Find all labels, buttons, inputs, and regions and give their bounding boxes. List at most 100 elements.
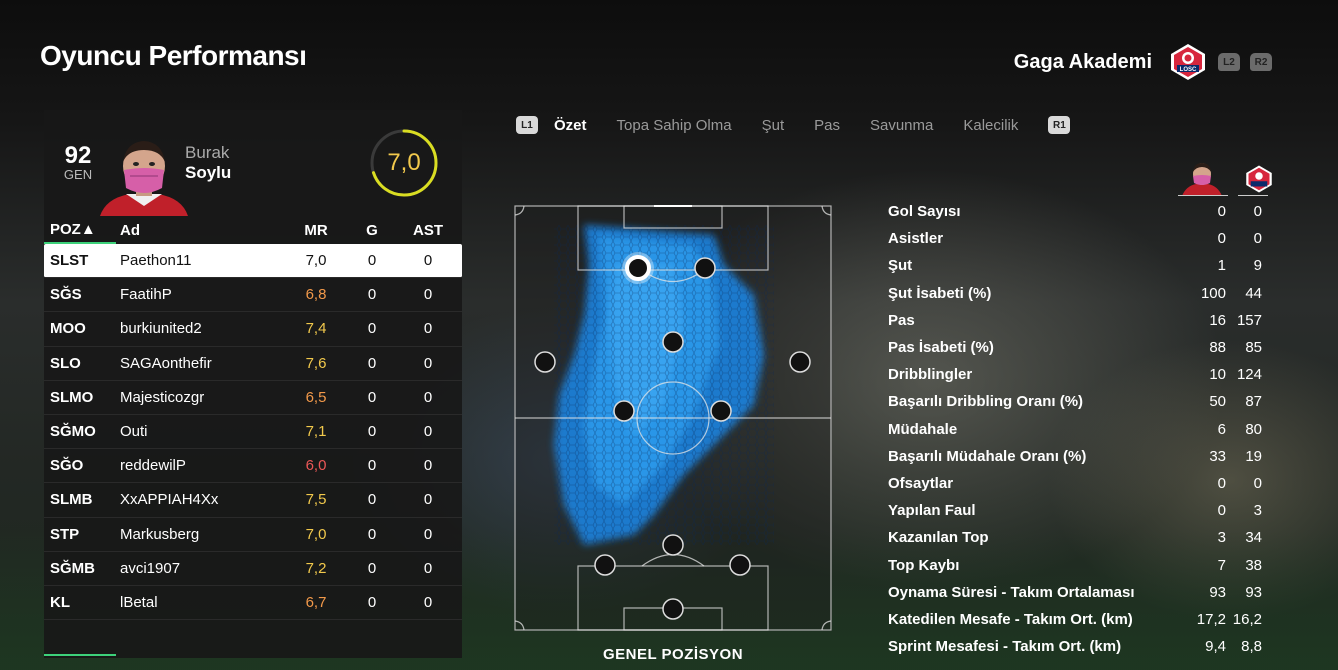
player-dot xyxy=(694,257,716,279)
l1-button[interactable]: L1 xyxy=(516,116,538,134)
position-pitch xyxy=(514,205,832,631)
stat-row: Gol Sayısı 0 0 xyxy=(888,198,1262,225)
assists-cell: 0 xyxy=(423,423,433,441)
assists-cell: 0 xyxy=(423,457,433,475)
header-goals[interactable]: G xyxy=(344,222,400,239)
player-dot xyxy=(662,331,684,353)
table-row[interactable]: SĞMB avci1907 7,2 0 0 xyxy=(44,552,462,586)
player-dot xyxy=(789,351,811,373)
stat-row: Dribblingler 10 124 xyxy=(888,361,1262,388)
stat-player-value: 3 xyxy=(1217,529,1226,547)
name-cell: Outi xyxy=(120,423,148,441)
header-assists[interactable]: AST xyxy=(400,222,456,239)
stat-row: Şut 1 9 xyxy=(888,252,1262,279)
player-dot xyxy=(710,400,732,422)
stat-label: Şut xyxy=(888,257,913,275)
table-row[interactable]: SĞS FaatihP 6,8 0 0 xyxy=(44,278,462,313)
overall-rating: 92 GEN xyxy=(62,144,94,182)
stat-label: Ofsaytlar xyxy=(888,474,954,492)
stat-team-value: 0 xyxy=(1253,474,1262,492)
stat-label: Oynama Süresi - Takım Ortalaması xyxy=(888,583,1135,601)
pitch-label: GENEL POZİSYON xyxy=(602,646,744,663)
stat-row: Şut İsabeti (%) 100 44 xyxy=(888,280,1262,307)
stat-label: Başarılı Müdahale Oranı (%) xyxy=(888,447,1087,465)
stat-label: Pas xyxy=(888,311,915,329)
club-name: Gaga Akademi xyxy=(1013,50,1152,73)
player-dot xyxy=(729,554,751,576)
tab-topa-sahip-olma[interactable]: Topa Sahip Olma xyxy=(617,117,732,134)
player-dot xyxy=(534,351,556,373)
match-rating-cell: 6,7 xyxy=(305,593,327,611)
match-rating-cell: 6,0 xyxy=(305,457,327,475)
position-cell: SĞMO xyxy=(50,423,96,441)
stat-team-value: 93 xyxy=(1245,583,1262,601)
name-cell: Majesticozgr xyxy=(120,388,205,406)
stat-row: Pas İsabeti (%) 88 85 xyxy=(888,334,1262,361)
player-dot xyxy=(613,400,635,422)
stat-label: Başarılı Dribbling Oranı (%) xyxy=(888,393,1084,411)
club-mini-badge-icon xyxy=(1246,165,1272,193)
table-header: POZ▲ Ad MR G AST xyxy=(44,216,462,244)
club-badge-icon: LOSC xyxy=(1171,44,1205,80)
stat-label: Pas İsabeti (%) xyxy=(888,339,994,357)
assists-cell: 0 xyxy=(423,320,433,338)
stat-player-value: 1 xyxy=(1217,257,1226,275)
team-column-underline xyxy=(1238,195,1268,196)
stat-label: Kazanılan Top xyxy=(888,529,989,547)
table-row[interactable]: SĞO reddewilP 6,0 0 0 xyxy=(44,449,462,484)
assists-cell: 0 xyxy=(423,388,433,406)
position-cell: SĞO xyxy=(50,457,84,475)
r2-trigger-button[interactable]: R2 xyxy=(1250,53,1272,71)
match-rating-value: 7,0 xyxy=(387,149,421,176)
table-row[interactable]: KL lBetal 6,7 0 0 xyxy=(44,586,462,621)
stat-player-value: 100 xyxy=(1200,284,1226,302)
table-row[interactable]: STP Markusberg 7,0 0 0 xyxy=(44,518,462,552)
stat-player-value: 0 xyxy=(1217,502,1226,520)
table-row[interactable]: MOO burkiunited2 7,4 0 0 xyxy=(44,312,462,347)
tab-kalecilik[interactable]: Kalecilik xyxy=(963,117,1018,134)
stat-team-value: 85 xyxy=(1245,339,1262,357)
header-match-rating[interactable]: MR xyxy=(288,222,344,239)
table-row[interactable]: SLST Paethon11 7,0 0 0 xyxy=(44,244,462,279)
table-row[interactable]: SLO SAGAonthefir 7,6 0 0 xyxy=(44,347,462,381)
goals-cell: 0 xyxy=(367,457,377,475)
player-header: 92 GEN Burak Soylu 7,0 xyxy=(44,110,462,216)
stat-label: Katedilen Mesafe - Takım Ort. (km) xyxy=(888,610,1133,628)
stat-row: Asistler 0 0 xyxy=(888,225,1262,252)
stat-player-value: 50 xyxy=(1209,393,1226,411)
stat-team-value: 3 xyxy=(1253,502,1262,520)
match-rating-cell: 7,0 xyxy=(305,525,327,543)
assists-cell: 0 xyxy=(423,252,433,270)
stat-team-value: 34 xyxy=(1245,529,1262,547)
tab-ozet[interactable]: Özet xyxy=(554,117,587,134)
l2-trigger-button[interactable]: L2 xyxy=(1218,53,1240,71)
stat-team-value: 16,2 xyxy=(1232,610,1262,628)
stat-team-value: 157 xyxy=(1236,311,1262,329)
tab-sut[interactable]: Şut xyxy=(762,117,785,134)
stat-team-value: 9 xyxy=(1253,257,1262,275)
position-cell: KL xyxy=(50,593,70,611)
stat-row: Başarılı Dribbling Oranı (%) 50 87 xyxy=(888,388,1262,415)
table-row[interactable]: SLMO Majesticozgr 6,5 0 0 xyxy=(44,381,462,415)
header-position[interactable]: POZ▲ xyxy=(44,216,116,244)
stat-row: Top Kaybı 7 38 xyxy=(888,551,1262,578)
r1-button[interactable]: R1 xyxy=(1048,116,1071,134)
player-first-name: Burak xyxy=(185,143,230,162)
stats-tabs: L1 Özet Topa Sahip Olma Şut Pas Savunma … xyxy=(516,116,1071,134)
tab-savunma[interactable]: Savunma xyxy=(870,117,933,134)
goals-cell: 0 xyxy=(367,286,377,304)
stat-player-value: 93 xyxy=(1209,583,1226,601)
player-last-name: Soylu xyxy=(185,163,232,182)
tab-pas[interactable]: Pas xyxy=(814,117,840,134)
position-cell: MOO xyxy=(50,320,86,338)
stats-column-headers xyxy=(1180,160,1274,196)
player-column-underline xyxy=(1178,195,1228,196)
goals-cell: 0 xyxy=(367,354,377,372)
table-row[interactable]: SLMB XxAPPIAH4Xx 7,5 0 0 xyxy=(44,483,462,518)
player-mini-avatar xyxy=(1182,163,1222,196)
goals-cell: 0 xyxy=(367,320,377,338)
table-row[interactable]: SĞMO Outi 7,1 0 0 xyxy=(44,415,462,450)
stat-row: Kazanılan Top 3 34 xyxy=(888,524,1262,551)
header-name[interactable]: Ad xyxy=(116,222,288,239)
stat-label: Asistler xyxy=(888,230,944,248)
